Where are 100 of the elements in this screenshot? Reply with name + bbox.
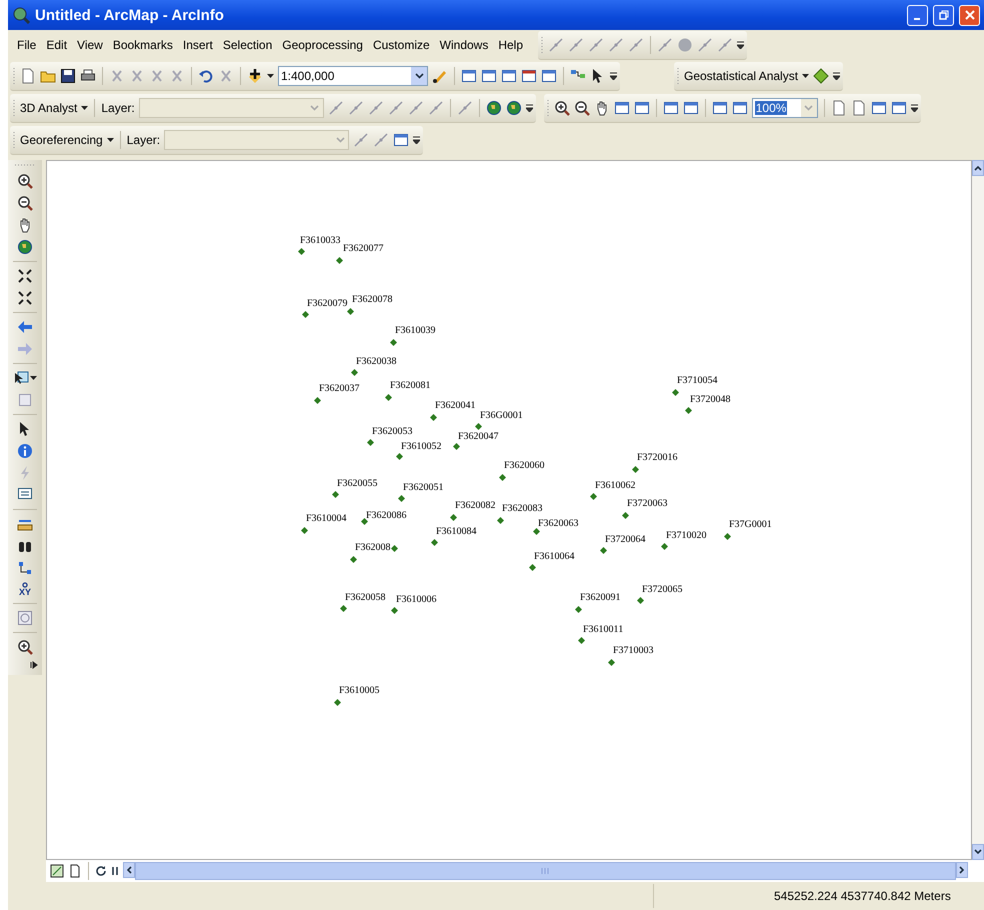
point-label: F3620055 [337,478,378,490]
zoom-in-icon[interactable] [554,100,570,116]
toolbar-handle-icon[interactable] [13,130,16,148]
pause-icon[interactable] [111,866,119,876]
toolbar-handle-icon[interactable] [14,164,36,167]
geostatistical-analyst-menu[interactable]: Geostatistical Analyst [684,68,798,82]
expand-icon[interactable] [30,661,38,669]
toolbar-handle-icon[interactable] [13,66,16,84]
point-marker [332,490,338,498]
window-icon[interactable] [634,100,650,116]
data-view-icon[interactable] [50,864,64,878]
fixed-zoom-out-icon[interactable] [17,290,33,306]
dropdown-caret-icon[interactable] [267,74,274,78]
globe-icon[interactable] [17,239,33,255]
window-icon[interactable] [712,100,728,116]
menu-item[interactable]: Edit [41,38,72,52]
window-icon[interactable] [481,68,497,84]
point-marker [498,474,506,480]
point-marker [340,604,346,612]
window-icon[interactable] [541,68,557,84]
point-label: F3620058 [345,592,386,604]
scroll-grip-icon[interactable] [540,868,550,874]
save-icon[interactable] [60,68,76,84]
close-button[interactable] [959,4,980,26]
scroll-up-icon[interactable] [974,165,982,171]
globe-icon[interactable] [506,100,522,116]
back-icon[interactable] [17,319,33,335]
dropdown-caret-icon[interactable] [30,376,37,380]
point-label: F3620063 [538,518,579,530]
vertical-scrollbar[interactable] [972,160,984,860]
zoom-in-icon[interactable] [17,173,33,189]
analyst-3d-menu[interactable]: 3D Analyst [20,100,78,114]
toolbar-options-icon[interactable] [413,136,420,144]
zoom-percent-combo-box[interactable]: 100% [752,98,818,118]
toolbar-options-icon[interactable] [910,104,918,112]
restore-icon [938,10,948,20]
refresh-icon[interactable] [95,865,107,877]
point-label: F3610064 [534,551,575,563]
window-icon[interactable] [501,68,517,84]
add-data-icon[interactable] [247,68,263,84]
menu-item[interactable]: View [72,38,108,52]
dropdown-caret-icon[interactable] [106,138,114,142]
fixed-zoom-in-icon[interactable] [17,268,33,284]
menu-item[interactable]: Bookmarks [108,38,178,52]
menu-item[interactable]: Windows [434,38,494,52]
dropdown-caret-icon[interactable] [802,74,810,78]
menu-item[interactable]: Customize [368,38,435,52]
toolbar-options-icon[interactable] [610,72,617,80]
point-marker [724,532,730,540]
minimize-button[interactable] [907,4,928,26]
toolbar-handle-icon[interactable] [541,36,544,54]
point-marker [660,542,668,550]
point-marker [452,442,460,450]
window-icon[interactable] [682,100,699,116]
select-features-icon[interactable] [13,370,29,386]
menu-item[interactable]: Insert [178,38,218,52]
magnifier-window-icon[interactable] [17,639,33,655]
dropdown-caret-icon[interactable] [81,106,88,110]
point-marker [450,514,456,520]
toolbar-handle-icon[interactable] [546,98,550,116]
menu-item[interactable]: Geoprocessing [277,38,368,52]
menu-item[interactable]: Selection [218,38,278,52]
scroll-left-icon[interactable] [126,866,132,874]
maximize-button[interactable] [933,4,954,26]
page-icon[interactable] [850,100,867,116]
toolbar-handle-icon[interactable] [13,98,16,116]
point-label: F3620051 [403,482,444,494]
window-icon[interactable] [870,100,887,116]
window-icon[interactable] [890,100,907,116]
point-label: F3720016 [637,452,678,464]
globe-icon[interactable] [486,100,502,116]
scroll-down-icon[interactable] [974,849,982,855]
window-icon[interactable] [662,100,679,116]
clock-icon[interactable] [17,610,33,626]
horizontal-scrollbar[interactable] [123,862,968,880]
window-icon[interactable] [614,100,630,116]
gem-icon[interactable] [813,68,830,84]
undo-icon[interactable] [198,68,214,84]
toolbar-options-icon[interactable] [833,72,840,80]
new-document-icon[interactable] [20,68,36,84]
menu-item[interactable]: File [12,38,42,52]
go-to-xy-button[interactable]: XY [18,582,31,597]
route-icon[interactable] [17,560,33,576]
page-icon[interactable] [830,100,847,116]
menu-item[interactable]: Help [493,38,528,52]
toolbar-options-icon[interactable] [737,40,744,48]
scroll-right-icon[interactable] [959,866,965,874]
zoom-out-icon[interactable] [574,100,590,116]
zoom-out-icon[interactable] [17,195,33,211]
window-title: Untitled - ArcMap - ArcInfo [35,6,224,24]
layout-view-icon[interactable] [68,864,82,878]
printer-icon[interactable] [80,68,96,84]
info-icon[interactable] [17,443,33,459]
toolbar-handle-icon[interactable] [677,66,680,84]
scale-combo-box[interactable]: 1:400,000 [278,66,428,86]
point-label: F3620077 [343,243,384,255]
georeferencing-menu[interactable]: Georeferencing [20,132,103,146]
minimize-icon [914,18,920,20]
toolbar-options-icon[interactable] [526,104,533,112]
window-icon[interactable] [732,100,748,116]
